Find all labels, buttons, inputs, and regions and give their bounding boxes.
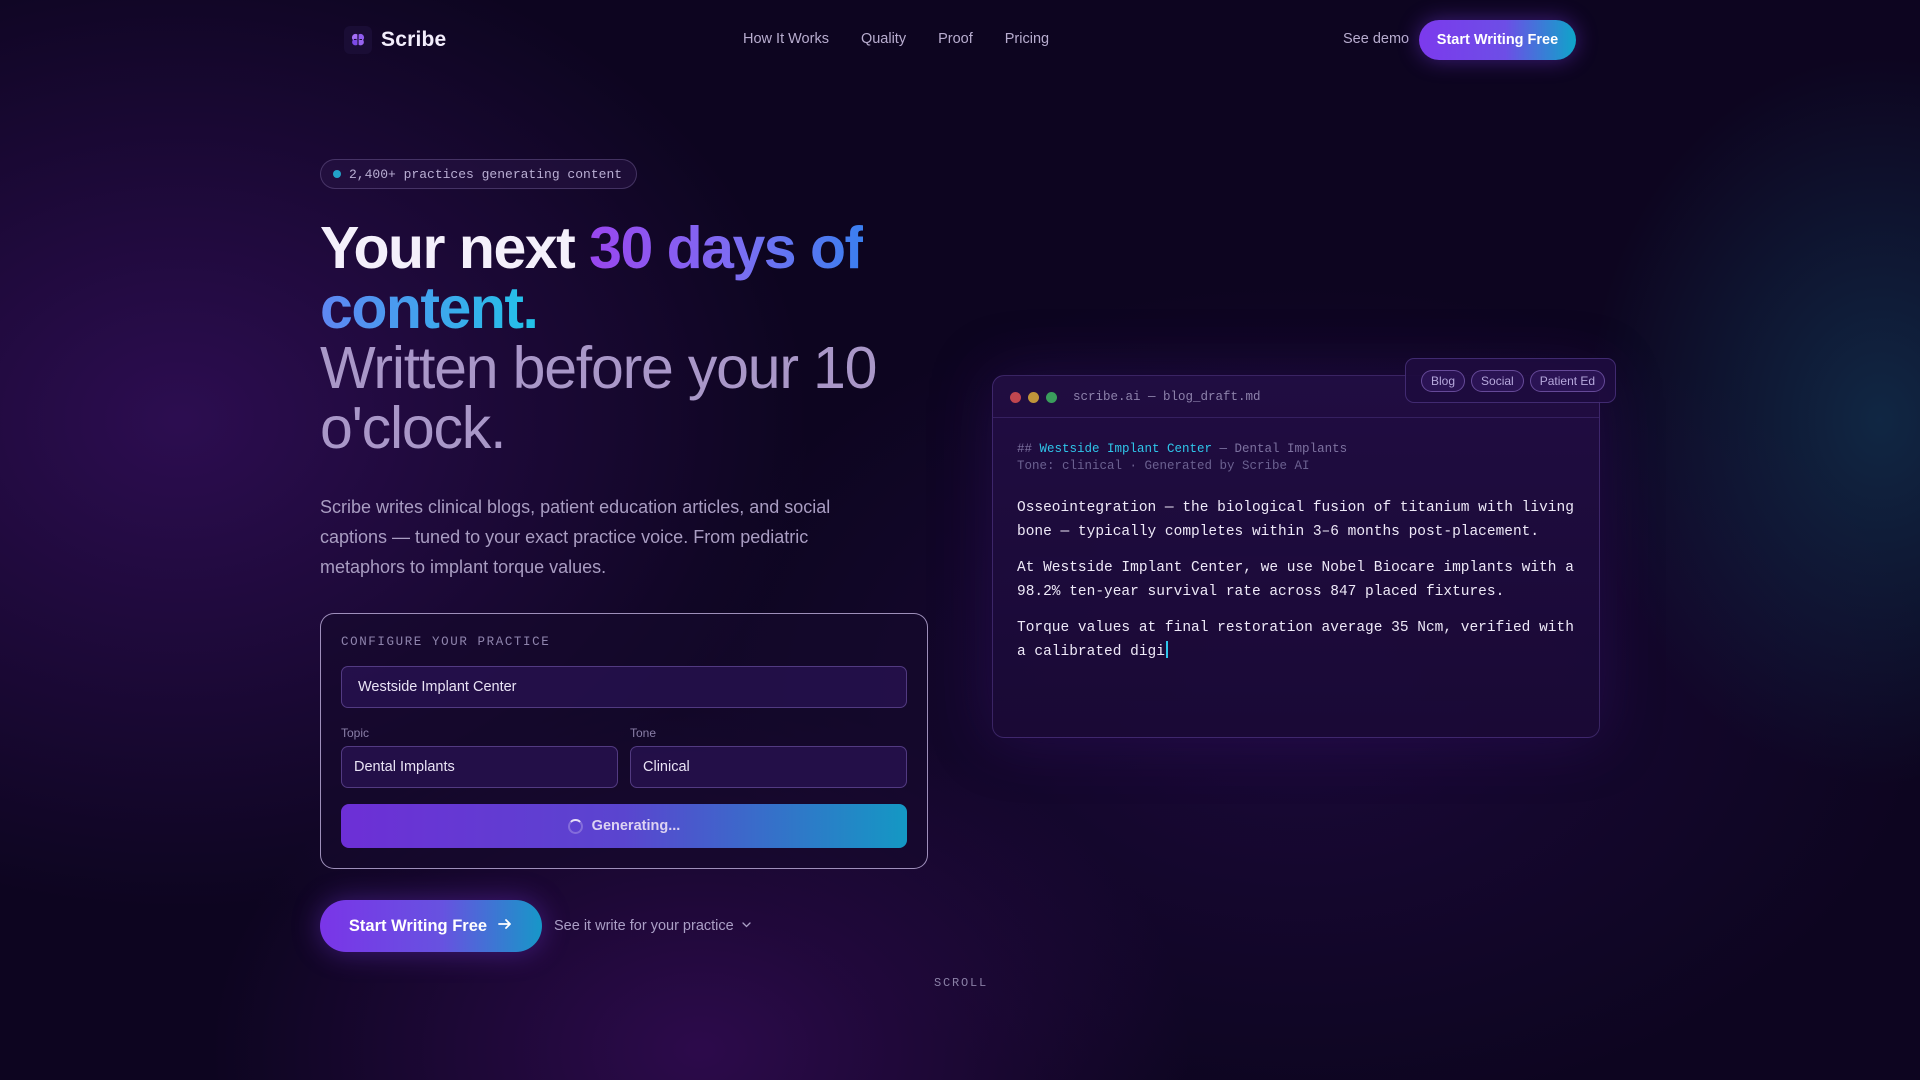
badge-text: 2,400+ practices generating content (349, 166, 623, 182)
nav-links: How It Works Quality Proof Pricing (743, 31, 1049, 47)
arrow-right-icon (497, 916, 513, 937)
generate-label: Generating... (591, 818, 681, 834)
chevron-down-icon (741, 918, 752, 934)
headline-highlight1: 30 days of (589, 215, 864, 281)
editor-filename: scribe.ai — blog_draft.md (1073, 390, 1261, 404)
config-label: CONFIGURE YOUR PRACTICE (341, 635, 551, 649)
hero-headline: Your next 30 days of content. Written be… (320, 218, 940, 458)
headline-highlight2: content. (320, 275, 539, 341)
typing-text: Torque values at final restoration avera… (1017, 620, 1574, 660)
content-type-chips: Blog Social Patient Ed (1405, 358, 1616, 403)
markdown-heading: ## Westside Implant Center — Dental Impl… (1017, 441, 1577, 457)
landing-page: Scribe How It Works Quality Proof Pricin… (0, 0, 1920, 1080)
nav-start-writing-button[interactable]: Start Writing Free (1419, 20, 1576, 60)
brand[interactable]: Scribe (344, 26, 446, 54)
spinner-icon (567, 818, 583, 834)
tone-label: Tone (630, 726, 657, 740)
hero-lead: Scribe writes clinical blogs, patient ed… (320, 497, 831, 577)
draft-paragraph-typing: Torque values at final restoration avera… (1017, 616, 1577, 664)
brain-icon (344, 26, 372, 54)
generate-button[interactable]: Generating... (341, 804, 907, 848)
chip-patient-ed[interactable]: Patient Ed (1529, 369, 1606, 392)
tone-select[interactable]: Clinical (630, 746, 907, 788)
heading-topic: — Dental Implants (1212, 442, 1348, 456)
nav-link-pricing[interactable]: Pricing (1005, 31, 1049, 47)
draft-paragraph: Osseointegration — the biological fusion… (1017, 500, 1574, 540)
draft-paragraphs: Osseointegration — the biological fusion… (1017, 496, 1577, 664)
start-writing-label: Start Writing Free (348, 916, 488, 935)
nav-link-quality[interactable]: Quality (861, 31, 906, 47)
scroll-hint: SCROLL (934, 976, 989, 990)
configure-practice-card: CONFIGURE YOUR PRACTICE Westside Implant… (320, 613, 928, 869)
text-caret (1165, 641, 1168, 658)
window-close-dot-icon (1010, 392, 1021, 403)
status-dot-icon (333, 170, 341, 178)
heading-prefix: ## (1017, 442, 1040, 456)
see-demo-link[interactable]: See demo (1343, 31, 1409, 47)
see-it-write-link[interactable]: See it write for your practice (554, 918, 752, 934)
brand-name: Scribe (381, 28, 447, 51)
topic-select[interactable]: Dental Implants (341, 746, 618, 788)
chip-blog[interactable]: Blog (1421, 369, 1466, 392)
top-nav: Scribe How It Works Quality Proof Pricin… (0, 0, 1920, 80)
headline-sub-line1: Written before your 10 (320, 335, 877, 401)
headline-part1: Your next (320, 215, 590, 281)
nav-link-proof[interactable]: Proof (938, 31, 973, 47)
start-writing-button[interactable]: Start Writing Free (320, 900, 542, 952)
see-it-write-label: See it write for your practice (554, 918, 734, 934)
heading-practice-name: Westside Implant Center (1039, 442, 1213, 456)
window-maximize-dot-icon (1046, 392, 1057, 403)
draft-paragraph: At Westside Implant Center, we use Nobel… (1017, 560, 1574, 600)
editor-window: scribe.ai — blog_draft.md ## Westside Im… (992, 375, 1600, 738)
practice-name-input[interactable]: Westside Implant Center (341, 666, 907, 708)
window-minimize-dot-icon (1028, 392, 1039, 403)
social-proof-badge: 2,400+ practices generating content (320, 159, 638, 189)
editor-body: ## Westside Implant Center — Dental Impl… (1017, 441, 1577, 664)
chip-social[interactable]: Social (1471, 369, 1524, 392)
nav-link-how-it-works[interactable]: How It Works (743, 31, 829, 47)
topic-label: Topic (341, 726, 370, 740)
markdown-meta: Tone: clinical · Generated by Scribe AI (1017, 459, 1310, 473)
headline-sub-line2: o'clock. (320, 395, 506, 461)
